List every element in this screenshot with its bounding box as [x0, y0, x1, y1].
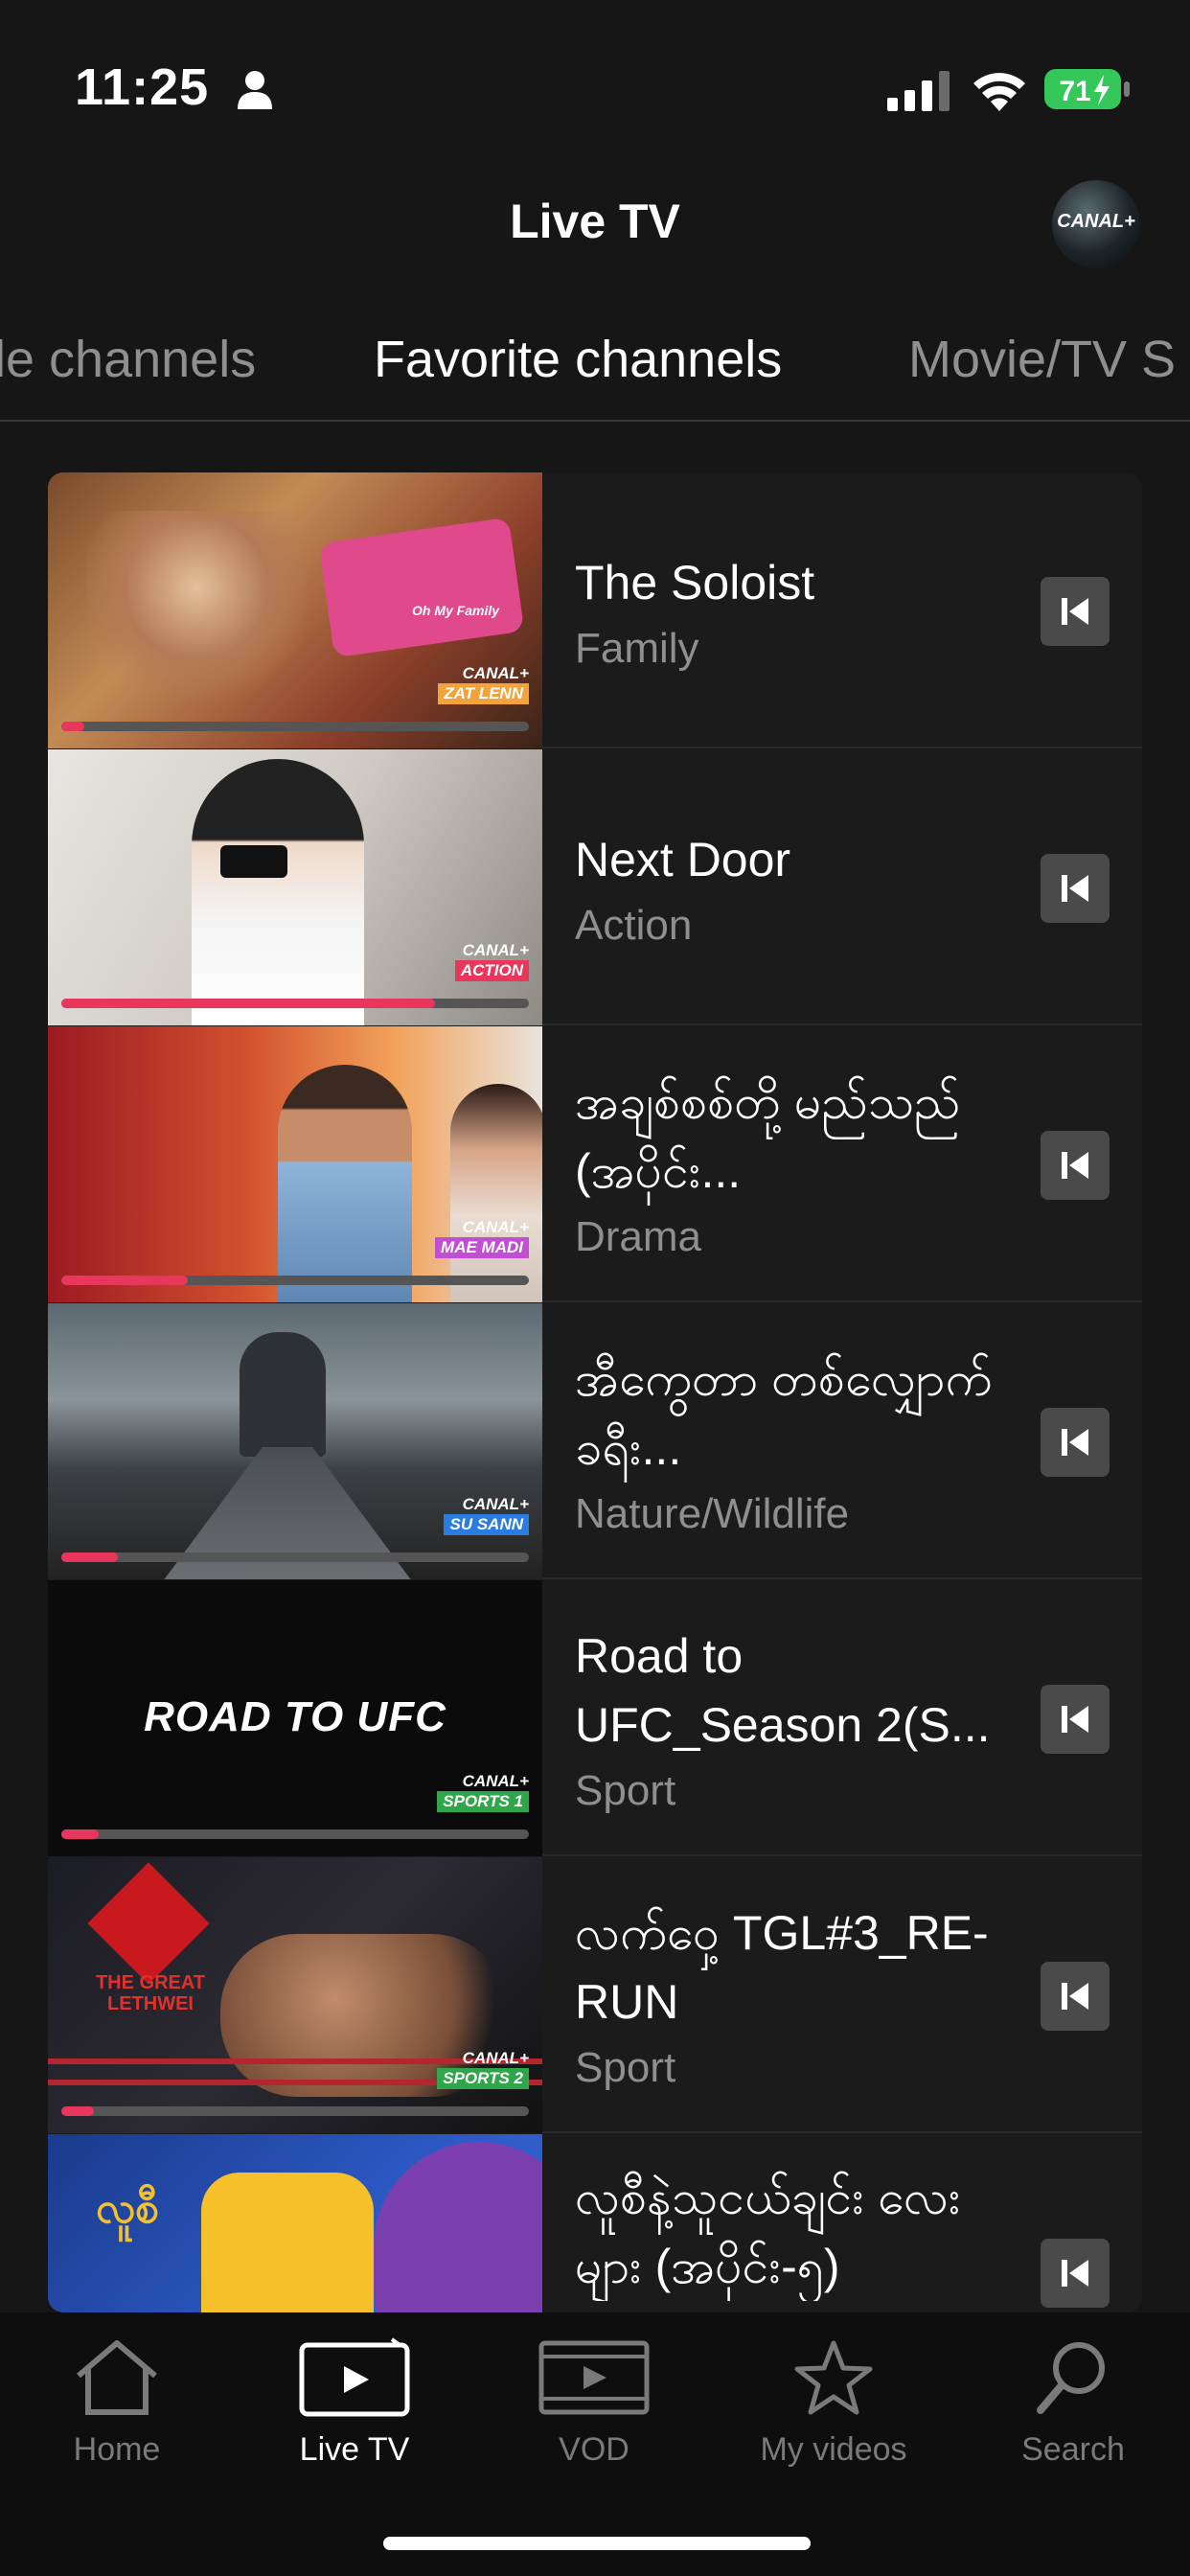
channel-thumbnail: ROAD TO UFC CANAL+ SPORTS 1 [48, 1580, 542, 1856]
person-icon [238, 71, 272, 109]
channel-title: Road to UFC_Season 2(S... [575, 1629, 991, 1752]
channel-tabs: le channels Favorite channels Movie/TV S [0, 316, 1190, 422]
watch-progress [61, 1276, 529, 1285]
channel-thumbnail: CANAL+ ACTION [48, 749, 542, 1025]
nav-my-videos[interactable]: My videos [738, 2337, 929, 2469]
channel-row[interactable]: CANAL+ MAE MADI အချစ်စစ်တို့ မည်သည် (အပိ… [48, 1026, 1142, 1302]
thumb-caption: ROAD TO UFC [144, 1693, 446, 1740]
channel-thumbnail: CANAL+ MAE MADI [48, 1026, 542, 1302]
channel-list: Oh My Family CANAL+ ZAT LENN The Soloist… [48, 472, 1142, 2312]
channel-genre: Sport [575, 2044, 676, 2091]
channel-title: Next Door [575, 833, 791, 886]
tab-favorite-channels[interactable]: Favorite channels [374, 330, 782, 389]
status-bar: 11:25 71 [0, 0, 1190, 177]
channel-row[interactable]: Oh My Family CANAL+ ZAT LENN The Soloist… [48, 472, 1142, 748]
search-icon [1037, 2342, 1105, 2414]
channel-row[interactable]: လူစီ လူစီနဲ့သူငယ်ချင်း လေးများ (အပိုင်း-… [48, 2134, 1142, 2312]
channel-thumbnail: လူစီ [48, 2134, 542, 2312]
watch-progress [61, 1829, 529, 1839]
page-title: Live TV [510, 195, 680, 248]
restart-button[interactable] [1041, 854, 1110, 923]
channel-logo: CANAL+ ACTION [454, 941, 529, 981]
skip-back-icon [1062, 1983, 1088, 2010]
skip-back-icon [1062, 598, 1088, 625]
channel-logo: CANAL+ ZAT LENN [438, 664, 529, 704]
restart-button[interactable] [1041, 577, 1110, 646]
tab-movie-tv-series[interactable]: Movie/TV S [908, 330, 1176, 389]
channel-thumbnail: CANAL+ SU SANN [48, 1303, 542, 1579]
avatar-label: CANAL+ [1057, 211, 1135, 232]
channel-logo: CANAL+ SPORTS 2 [437, 2049, 529, 2089]
channel-genre: Drama [575, 1213, 702, 1260]
wifi-icon [973, 73, 1025, 111]
watch-progress [61, 999, 529, 1008]
battery-level: 71 [1059, 76, 1090, 107]
watch-progress [61, 722, 529, 731]
channel-title: လူစီနဲ့သူငယ်ချင်း လေးများ (အပိုင်း-၅) [575, 2171, 961, 2293]
restart-button[interactable] [1041, 2239, 1110, 2308]
nav-live-tv[interactable]: Live TV [259, 2337, 450, 2469]
home-icon [77, 2340, 157, 2415]
thumb-caption: လူစီ [96, 2185, 159, 2232]
channel-logo: CANAL+ MAE MADI [435, 1218, 529, 1258]
channel-genre: Nature/Wildlife [575, 1490, 850, 1537]
nav-my-videos-label: My videos [760, 2431, 907, 2468]
restart-button[interactable] [1041, 1408, 1110, 1477]
profile-avatar[interactable]: CANAL+ [1052, 180, 1140, 268]
channel-row[interactable]: ROAD TO UFC CANAL+ SPORTS 1 Road to UFC_… [48, 1580, 1142, 1856]
restart-button[interactable] [1041, 1685, 1110, 1754]
channel-genre: Family [575, 625, 699, 672]
channel-row[interactable]: CANAL+ ACTION Next Door Action [48, 749, 1142, 1025]
channel-genre: Sport [575, 1767, 676, 1814]
skip-back-icon [1062, 1152, 1088, 1179]
nav-vod[interactable]: VOD [498, 2337, 690, 2469]
channel-row[interactable]: CANAL+ SU SANN အီကွေတာ တစ်လျှောက်ခရီး...… [48, 1303, 1142, 1579]
watch-progress [61, 2106, 529, 2116]
watch-progress [61, 1552, 529, 1562]
nav-home-label: Home [73, 2431, 161, 2468]
channel-thumbnail: THE GREAT LETHWEI CANAL+ SPORTS 2 [48, 1857, 542, 2133]
status-time: 11:25 [75, 58, 210, 116]
thumb-caption: Oh My Family [412, 603, 500, 618]
nav-search[interactable]: Search [977, 2337, 1169, 2469]
home-indicator[interactable] [383, 2537, 811, 2550]
tv-play-icon [299, 2337, 410, 2417]
skip-back-icon [1062, 1429, 1088, 1456]
channel-row[interactable]: THE GREAT LETHWEI CANAL+ SPORTS 2 လက်ဝှေ… [48, 1857, 1142, 2133]
skip-back-icon [1062, 875, 1088, 902]
channel-logo: CANAL+ SU SANN [444, 1495, 529, 1535]
channel-title: The Soloist [575, 556, 815, 610]
thumb-caption: THE GREAT LETHWEI [95, 1972, 206, 2014]
restart-button[interactable] [1041, 1131, 1110, 1200]
battery-icon: 71 [1044, 67, 1131, 111]
channel-thumbnail: Oh My Family CANAL+ ZAT LENN [48, 472, 542, 748]
nav-search-label: Search [1021, 2431, 1125, 2468]
restart-button[interactable] [1041, 1962, 1110, 2031]
nav-vod-label: VOD [559, 2431, 629, 2468]
nav-live-tv-label: Live TV [299, 2431, 410, 2468]
channel-title: အီကွေတာ တစ်လျှောက်ခရီး... [575, 1352, 993, 1475]
film-icon [538, 2340, 650, 2415]
star-icon [794, 2340, 873, 2415]
channel-logo: CANAL+ SPORTS 1 [437, 1772, 529, 1812]
cellular-signal-icon [887, 71, 950, 111]
channel-title: အချစ်စစ်တို့ မည်သည် (အပိုင်း... [575, 1075, 961, 1198]
skip-back-icon [1062, 2260, 1088, 2287]
skip-back-icon [1062, 1706, 1088, 1733]
tab-all-channels[interactable]: le channels [0, 330, 256, 389]
channel-genre: Action [575, 902, 693, 949]
channel-title: လက်ဝှေ့ TGL#3_RE-RUN [575, 1906, 989, 2029]
nav-home[interactable]: Home [21, 2337, 213, 2469]
